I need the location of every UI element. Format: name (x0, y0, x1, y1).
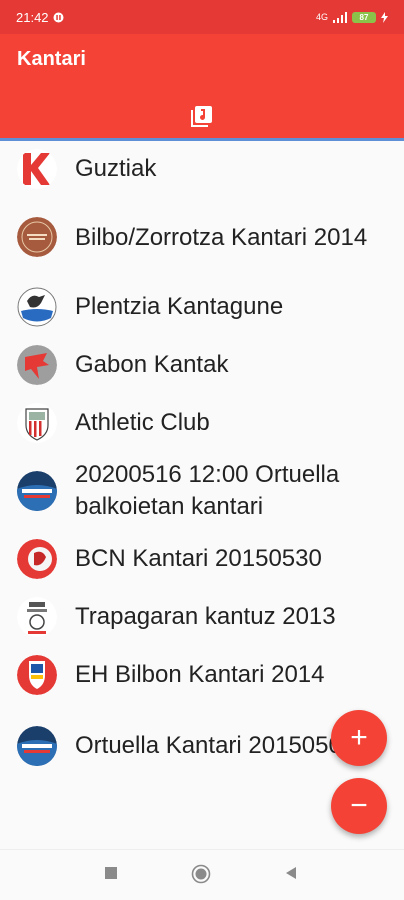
plus-icon: + (350, 721, 368, 754)
status-bar: 21:42 4G 87 (0, 0, 404, 34)
app-title: Kantari (17, 48, 86, 70)
kantari-logo (17, 149, 57, 189)
list-item-label: EH Bilbon Kantari 2014 (75, 661, 325, 688)
list-item[interactable]: BCN Kantari 20150530 (0, 530, 404, 588)
kantu-kalean-logo (17, 726, 57, 766)
kantu-kalean-logo (17, 471, 57, 511)
network-type: 4G (315, 12, 328, 22)
list-item-label: Plentzia Kantagune (75, 293, 284, 320)
list-item[interactable]: Athletic Club (0, 394, 404, 452)
eh-bilbon-logo (17, 655, 57, 695)
battery-indicator: 87 (352, 11, 376, 23)
list-item-label: Gabon Kantak (75, 351, 229, 378)
bcn-kantari-logo (17, 539, 57, 579)
list-item[interactable]: Guztiak (0, 141, 404, 197)
status-left: 21:42 (16, 10, 64, 25)
home-icon[interactable] (191, 864, 211, 884)
recents-icon[interactable] (104, 866, 118, 880)
athletic-club-crest (17, 403, 57, 443)
app-bar: Kantari (0, 34, 404, 138)
list-item-label: Guztiak (75, 155, 157, 182)
remove-button[interactable]: − (331, 778, 387, 834)
list-item-label: Trapagaran kantuz 2013 (75, 603, 336, 630)
status-right: 4G 87 (315, 11, 388, 23)
back-icon[interactable] (284, 866, 298, 880)
navigation-bar (0, 849, 404, 900)
list-item-label: Athletic Club (75, 409, 210, 436)
pause-icon (53, 12, 64, 22)
signal-icon (333, 11, 347, 23)
plentzia-logo (17, 287, 57, 327)
add-button[interactable]: + (331, 710, 387, 766)
list-item[interactable]: Plentzia Kantagune (0, 278, 404, 336)
list-item-label: Bilbo/Zorrotza Kantari 2014 (75, 223, 368, 251)
status-time: 21:42 (16, 9, 49, 25)
gabon-kantak-logo (17, 345, 57, 385)
playlist-list: Guztiak Bilbo/Zorrotza Kantari 2014 Plen… (0, 141, 404, 788)
bilbo-kantari-logo (17, 217, 57, 257)
music-library-icon[interactable] (190, 104, 214, 128)
list-item-label: BCN Kantari 20150530 (75, 545, 322, 572)
list-item[interactable]: Gabon Kantak (0, 336, 404, 394)
list-item[interactable]: Trapagaran kantuz 2013 (0, 588, 404, 646)
list-item[interactable]: Bilbo/Zorrotza Kantari 2014 (0, 197, 404, 278)
list-item[interactable]: EH Bilbon Kantari 2014 (0, 646, 404, 704)
charging-icon (381, 11, 388, 23)
list-item[interactable]: 20200516 12:00 Ortuella balkoietan kanta… (0, 452, 404, 530)
list-item-label: 20200516 12:00 Ortuella balkoietan kanta… (75, 461, 340, 520)
trapagaran-logo (17, 597, 57, 637)
minus-icon: − (350, 789, 368, 822)
